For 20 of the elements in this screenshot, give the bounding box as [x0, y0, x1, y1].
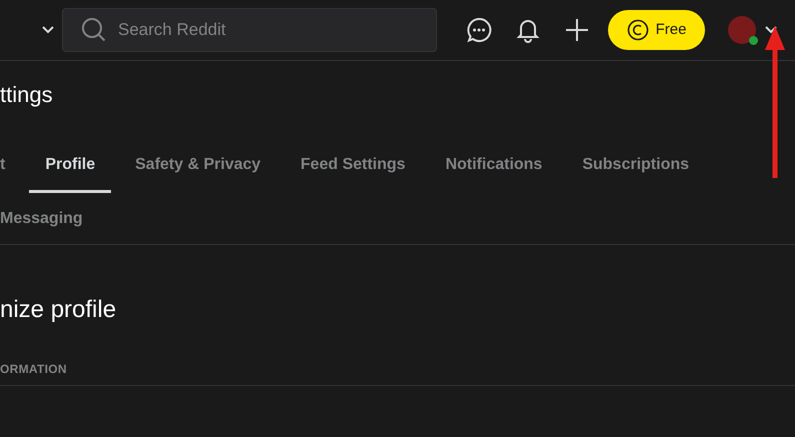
notification-bell-icon[interactable] — [515, 17, 541, 43]
settings-tab[interactable]: Feed Settings — [284, 139, 422, 193]
settings-tab[interactable]: Profile — [29, 139, 112, 193]
settings-tab[interactable]: Notifications — [429, 139, 558, 193]
premium-button[interactable]: Free — [608, 10, 705, 50]
chevron-down-icon[interactable] — [41, 25, 55, 35]
coin-icon — [626, 19, 649, 41]
settings-tab[interactable]: Messaging — [0, 193, 99, 247]
search-field[interactable]: Search Reddit — [62, 8, 437, 52]
chevron-down-icon[interactable] — [764, 25, 778, 35]
search-icon — [81, 17, 107, 43]
avatar[interactable] — [728, 16, 756, 44]
settings-tab[interactable]: Subscriptions — [566, 139, 706, 193]
chat-icon[interactable] — [466, 17, 492, 43]
settings-tab[interactable]: Safety & Privacy — [119, 139, 277, 193]
page-title: ttings — [0, 81, 54, 109]
section-title: nize profile — [0, 295, 118, 325]
plus-icon[interactable] — [565, 18, 589, 42]
section-label: ORMATION — [0, 361, 68, 377]
settings-tab[interactable]: t — [0, 139, 22, 193]
